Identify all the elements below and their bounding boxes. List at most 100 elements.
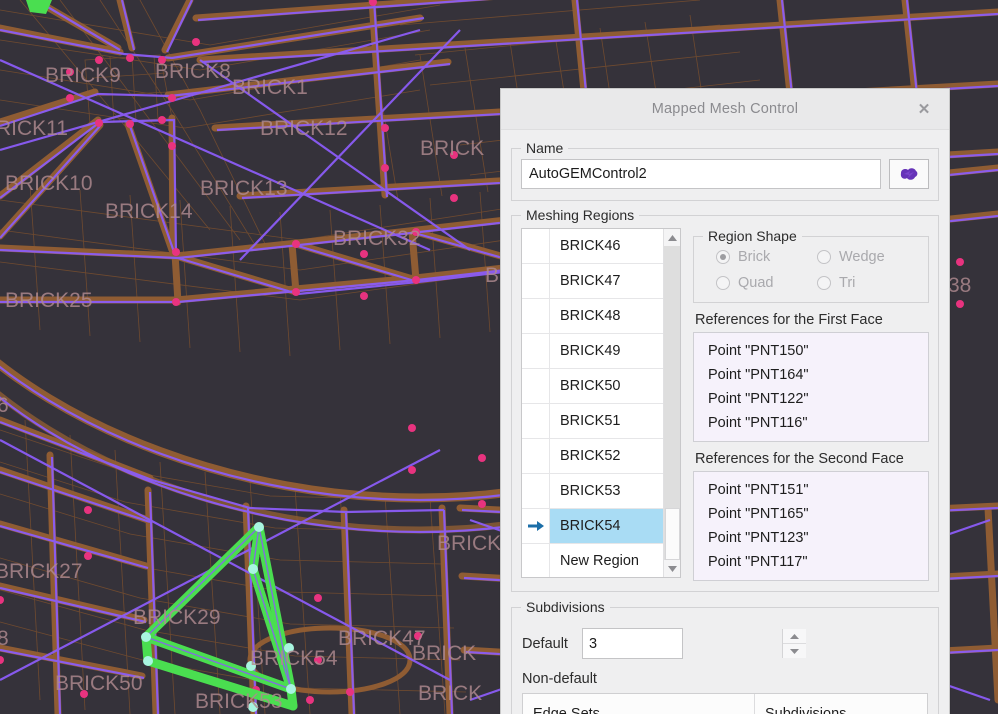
region-shape-radio-label: Tri [839,275,856,291]
default-subdivisions-input[interactable] [582,629,782,658]
brick-label: 8 [0,627,9,650]
radio-button-icon [817,250,831,264]
region-shape-radio-label: Brick [738,249,771,265]
radio-button-icon [716,276,730,290]
row-gutter [522,369,550,403]
reference-item[interactable]: Point "PNT151" [694,478,928,502]
brick-label: BRICK10 [5,172,93,195]
reference-item[interactable]: Point "PNT165" [694,502,928,526]
region-shape-radio-label: Quad [738,275,774,291]
mesh-region-icon[interactable] [889,159,929,189]
brick-label: BRICK54 [250,647,338,670]
meshing-region-label: BRICK51 [560,413,621,429]
brick-label: BRICK [418,682,482,705]
dialog-titlebar[interactable]: Mapped Mesh Control ✕ [501,89,949,130]
meshing-region-row[interactable]: BRICK51 [522,404,663,439]
subdivisions-title: Subdivisions [521,599,610,615]
meshing-region-row[interactable]: BRICK48 [522,299,663,334]
brick-label: BRICK14 [105,200,193,223]
meshing-region-label: BRICK54 [550,509,663,543]
region-details-column: Region Shape Brick Wedge Quad Tri Reference… [693,228,929,581]
meshing-region-row[interactable]: BRICK50 [522,369,663,404]
row-gutter [522,229,550,263]
meshing-region-row[interactable]: BRICK46 [522,229,663,264]
reference-item[interactable]: Point "PNT117" [694,550,928,574]
brick-label: 38 [948,274,971,297]
meshing-region-label: BRICK49 [560,343,621,359]
meshing-regions-group: Meshing Regions BRICK46 BRICK47 BRICK48 BRI… [511,207,939,592]
meshing-region-row[interactable]: BRICK47 [522,264,663,299]
stepper-buttons[interactable] [781,629,806,658]
first-face-title: References for the First Face [695,312,883,328]
brick-label: BRICK50 [55,672,143,695]
row-gutter [522,404,550,438]
reference-item[interactable]: Point "PNT122" [694,387,928,411]
brick-label: BRICK29 [133,606,221,629]
radio-button-icon [716,250,730,264]
region-shape-radio-brick[interactable]: Brick [716,249,817,265]
region-shape-radios: Brick Wedge Quad Tri [704,249,918,291]
region-shape-radio-tri[interactable]: Tri [817,275,918,291]
row-gutter [522,544,550,577]
default-subdivisions-stepper[interactable] [581,628,806,659]
row-gutter [522,439,550,473]
region-shape-group: Region Shape Brick Wedge Quad Tri [693,228,929,303]
name-group: Name [511,140,939,201]
meshing-regions-listbox[interactable]: BRICK46 BRICK47 BRICK48 BRICK49 BRICK50 BRICK… [521,228,681,578]
row-gutter [522,264,550,298]
meshing-region-label: BRICK52 [560,448,621,464]
meshing-region-row[interactable]: BRICK54 [522,509,663,544]
meshing-region-row[interactable]: BRICK52 [522,439,663,474]
meshing-region-row[interactable]: BRICK49 [522,334,663,369]
scrollbar-thumb[interactable] [665,508,680,560]
reference-item[interactable]: Point "PNT116" [694,411,928,435]
meshing-region-row[interactable]: New Region [522,544,663,577]
region-shape-radio-quad[interactable]: Quad [716,275,817,291]
name-input[interactable] [521,159,881,189]
brick-label: 6 [0,394,9,417]
brick-label: BRICK13 [200,177,288,200]
reference-item[interactable]: Point "PNT150" [694,339,928,363]
reference-item[interactable]: Point "PNT164" [694,363,928,387]
brick-label: BRICK9 [45,64,121,87]
default-label: Default [522,635,568,652]
brick-label: BRICK [420,137,484,160]
meshing-region-label: BRICK47 [560,273,621,289]
brick-label: BRICK [437,532,501,555]
column-header-edge-sets: Edge Sets [523,694,755,714]
caret-down-icon[interactable] [782,644,806,658]
region-shape-radio-wedge[interactable]: Wedge [817,249,918,265]
brick-label: BRICK11 [0,117,68,140]
brick-label: BRICK1 [232,76,308,99]
brick-label: BRICK [412,642,476,665]
non-default-table[interactable]: Edge Sets Subdivisions [522,693,928,714]
radio-button-icon [817,276,831,290]
row-gutter [522,334,550,368]
meshing-region-row[interactable]: BRICK53 [522,474,663,509]
column-header-subdivisions: Subdivisions [765,706,847,714]
brick-label: BRICK27 [0,560,83,583]
meshing-regions-list[interactable]: BRICK46 BRICK47 BRICK48 BRICK49 BRICK50 BRICK… [522,229,663,577]
meshing-region-label: BRICK46 [560,238,621,254]
meshing-regions-title: Meshing Regions [521,207,640,223]
caret-down-icon[interactable] [664,560,680,577]
close-icon[interactable]: ✕ [913,98,935,120]
caret-up-icon[interactable] [664,229,680,246]
row-gutter [522,474,550,508]
meshing-region-label: BRICK53 [560,483,621,499]
brick-label: B [485,264,499,287]
second-face-reference-list[interactable]: Point "PNT151" Point "PNT165" Point "PNT12… [693,471,929,581]
mapped-mesh-control-dialog: Mapped Mesh Control ✕ Name AutoGEMContro… [500,88,950,714]
application-window: BRICK8BRICK9BRICK1BRICK11BRICK12BRICKBRI… [0,0,998,714]
reference-item[interactable]: Point "PNT123" [694,526,928,550]
name-group-title: Name [521,140,569,156]
caret-up-icon[interactable] [782,629,806,644]
brick-label: BRICK32 [333,227,421,250]
region-shape-radio-label: Wedge [839,249,885,265]
subdivisions-group: Subdivisions Default 3 Non-default Edge … [511,599,939,714]
non-default-label: Non-default [522,671,597,687]
first-face-reference-list[interactable]: Point "PNT150" Point "PNT164" Point "PNT12… [693,332,929,442]
regions-list-scrollbar[interactable] [663,229,680,577]
brick-label: BRICK25 [5,289,93,312]
meshing-region-label: BRICK48 [560,308,621,324]
